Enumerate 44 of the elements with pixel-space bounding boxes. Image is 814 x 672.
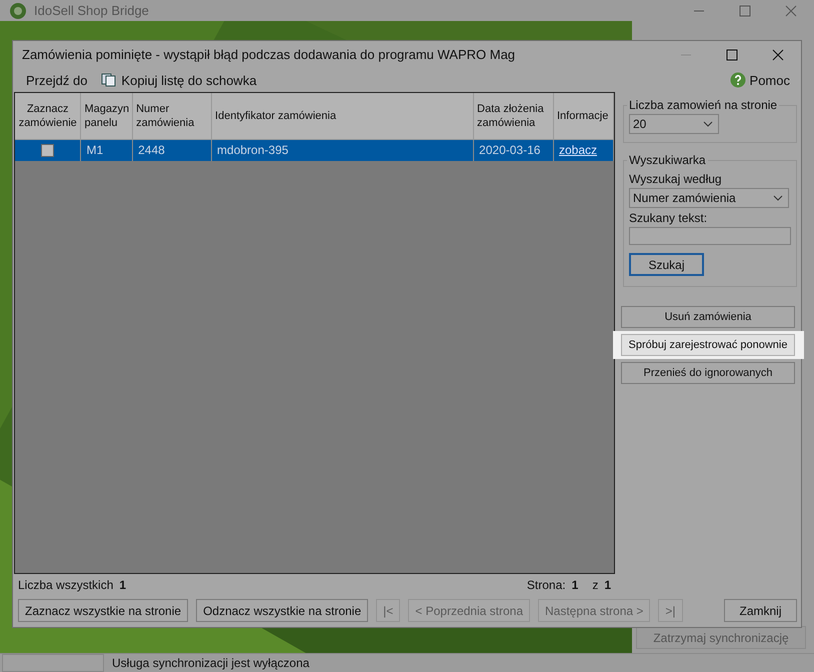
page-label: Strona: [526, 578, 566, 592]
app-logo-icon [10, 2, 26, 18]
action-button[interactable]: Przenieś do ignorowanych [621, 362, 795, 384]
close-icon[interactable] [772, 48, 784, 61]
group-label: Wyszukiwarka [628, 153, 707, 167]
total-count: 1 [119, 578, 126, 592]
table-cell: M1 [86, 143, 104, 157]
total-label: Liczba wszystkich [18, 578, 114, 592]
clipboard-icon [101, 73, 118, 88]
pager-button[interactable]: Odznacz wszystkie na stronie [196, 599, 368, 622]
column-header[interactable]: Data złożenia zamówienia [474, 93, 554, 139]
column-header[interactable]: Numer zamówienia [132, 93, 212, 139]
search-button[interactable]: Szukaj [629, 253, 704, 276]
table-cell: 2020-03-16 [479, 143, 540, 157]
pager-button[interactable]: Zaznacz wszystkie na stronie [18, 599, 188, 622]
chevron-down-icon [703, 121, 713, 127]
maximize-icon[interactable] [726, 48, 738, 61]
window-title: IdoSell Shop Bridge [34, 3, 149, 18]
table-cell: mdobron-395 [217, 143, 288, 157]
help-button[interactable]: Pomoc [726, 72, 793, 88]
dialog-title: Zamówienia pominięte - wystąpił błąd podczas dodawania do programu WAPRO Mag [22, 47, 516, 62]
current-page: 1 [572, 578, 578, 592]
search-field[interactable] [629, 227, 791, 245]
page-separator: z [592, 578, 598, 592]
copy-list-button[interactable]: Kopiuj listę do schowka [98, 72, 260, 88]
chevron-down-icon [773, 195, 783, 201]
page-count: 1 [604, 578, 611, 592]
per-page-dropdown[interactable]: 20 [629, 114, 719, 134]
help-icon [730, 72, 746, 88]
group-label: Liczba zamowień na stronie [628, 98, 778, 112]
action-button[interactable]: Usuń zamówienia [621, 306, 795, 328]
column-header[interactable]: Magazyn panelu [80, 93, 133, 139]
checkbox[interactable] [41, 144, 54, 158]
table-cell: 2448 [138, 143, 165, 157]
column-header[interactable]: Informacje [553, 93, 614, 139]
field-label: Szukany tekst: [629, 211, 708, 225]
menu-button[interactable]: Przejdź do [23, 72, 90, 88]
field-label: Wyszukaj według [629, 172, 722, 186]
status-text: Usługa synchronizacji jest wyłączona [112, 656, 310, 670]
search-by-dropdown[interactable]: Numer zamówienia [629, 188, 789, 208]
column-header[interactable]: Zaznacz zamówienie [15, 93, 81, 139]
column-header[interactable]: Identyfikator zamówienia [212, 93, 474, 139]
action-button[interactable]: Spróbuj zarejestrować ponownie [621, 334, 795, 356]
close-button[interactable]: Zamknij [724, 599, 797, 622]
